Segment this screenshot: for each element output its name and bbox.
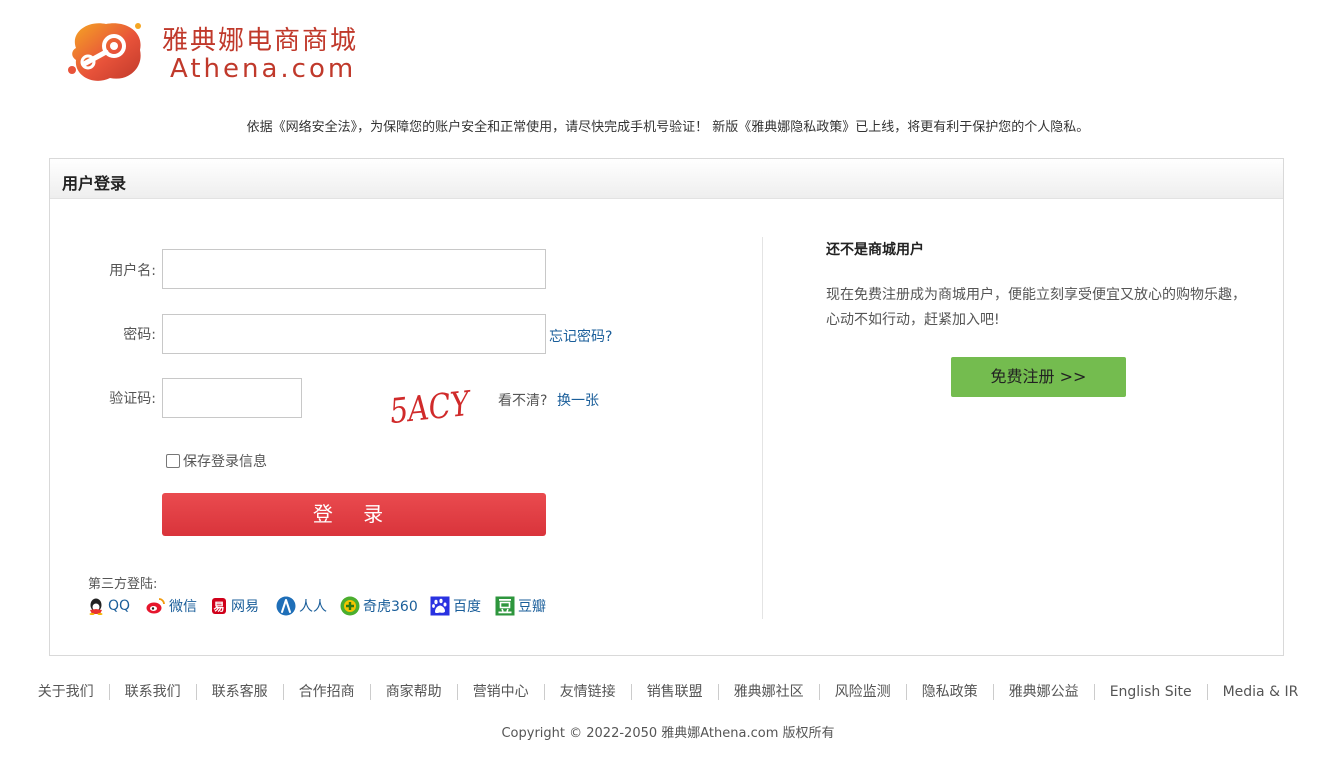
- login-panel: 用户登录 用户名: 密码: 忘记密码? 验证码: 5ACY 看不清? 换一张 保…: [49, 158, 1284, 656]
- security-notice: 依据《网络安全法》，为保障您的账户安全和正常使用，请尽快完成手机号验证！ 新版《…: [246, 120, 1090, 135]
- footer-link-marketing[interactable]: 营销中心: [456, 684, 544, 700]
- captcha-text: 5ACY: [388, 384, 475, 427]
- third-party-label-baidu: 百度: [453, 599, 481, 615]
- third-party-weibo[interactable]: 微信: [146, 597, 197, 615]
- baidu-icon: [430, 596, 450, 616]
- third-party-label-qihoo360: 奇虎360: [363, 599, 418, 615]
- username-input[interactable]: [162, 249, 546, 289]
- footer-link-friend-links[interactable]: 友情链接: [543, 684, 631, 700]
- captcha-refresh-link[interactable]: 换一张: [557, 390, 599, 410]
- captcha-unclear-text: 看不清?: [498, 393, 548, 409]
- third-party-netease[interactable]: 易 网易: [210, 597, 259, 615]
- password-input[interactable]: [162, 314, 546, 354]
- password-label: 密码:: [123, 327, 156, 343]
- third-party-label-renren: 人人: [299, 599, 327, 615]
- netease-icon: 易: [212, 598, 226, 614]
- footer-links: 关于我们 联系我们 联系客服 合作招商 商家帮助 营销中心 友情链接 销售联盟 …: [0, 684, 1336, 700]
- footer-link-risk-monitor[interactable]: 风险监测: [818, 684, 906, 700]
- footer-link-privacy[interactable]: 隐私政策: [905, 684, 993, 700]
- third-party-qq[interactable]: QQ: [87, 597, 130, 615]
- remember-checkbox[interactable]: [166, 454, 180, 468]
- footer-link-community[interactable]: 雅典娜社区: [717, 684, 819, 700]
- register-button[interactable]: 免费注册 >>: [951, 357, 1126, 397]
- brand-name-cn: 雅典娜电商商城: [162, 26, 359, 56]
- douban-icon: [495, 596, 515, 616]
- footer-link-customer-service[interactable]: 联系客服: [195, 684, 283, 700]
- register-description: 现在免费注册成为商城用户，便能立刻享受便宜又放心的购物乐趣，心动不如行动，赶紧加…: [826, 287, 1246, 328]
- footer-link-sales-alliance[interactable]: 销售联盟: [630, 684, 718, 700]
- copyright: Copyright © 2022-2050 雅典娜Athena.com 版权所有: [501, 726, 835, 741]
- brand-name-en: Athena.com: [170, 54, 357, 84]
- third-party-renren[interactable]: 人人: [276, 596, 327, 616]
- footer-link-partnership[interactable]: 合作招商: [282, 684, 370, 700]
- weibo-icon: [146, 598, 165, 614]
- third-party-qihoo360[interactable]: 奇虎360: [340, 596, 418, 616]
- footer-link-charity[interactable]: 雅典娜公益: [992, 684, 1094, 700]
- captcha-image[interactable]: 5ACY: [383, 375, 475, 427]
- third-party-label-douban: 豆瓣: [518, 599, 546, 615]
- third-party-label-netease: 网易: [231, 599, 259, 615]
- username-label: 用户名:: [109, 263, 156, 279]
- forgot-password-link[interactable]: 忘记密码?: [549, 326, 612, 346]
- athena-logo-icon: [68, 23, 141, 81]
- third-party-label-qq: QQ: [108, 598, 131, 614]
- third-party-baidu[interactable]: 百度: [430, 596, 481, 616]
- qihoo360-icon: [340, 596, 360, 616]
- third-party-douban[interactable]: 豆瓣: [495, 596, 546, 616]
- third-party-label-weibo: 微信: [169, 599, 197, 615]
- footer-link-merchant-help[interactable]: 商家帮助: [369, 684, 457, 700]
- captcha-input[interactable]: [162, 378, 302, 418]
- svg-text:易: 易: [214, 601, 225, 614]
- footer-link-english-site[interactable]: English Site: [1093, 684, 1207, 700]
- footer-link-about[interactable]: 关于我们: [23, 684, 109, 700]
- login-panel-header: 用户登录: [50, 159, 1283, 199]
- renren-icon: [276, 596, 296, 616]
- qq-icon: [89, 598, 103, 615]
- register-title: 还不是商城用户: [826, 242, 924, 258]
- footer-link-media-ir[interactable]: Media & IR: [1206, 684, 1314, 700]
- panel-divider: [762, 237, 763, 619]
- login-button[interactable]: 登 录: [162, 493, 546, 536]
- footer-link-contact[interactable]: 联系我们: [108, 684, 196, 700]
- remember-label: 保存登录信息: [183, 454, 267, 470]
- third-party-label: 第三方登陆:: [88, 577, 158, 592]
- login-panel-title: 用户登录: [62, 174, 127, 193]
- captcha-label: 验证码:: [109, 391, 156, 407]
